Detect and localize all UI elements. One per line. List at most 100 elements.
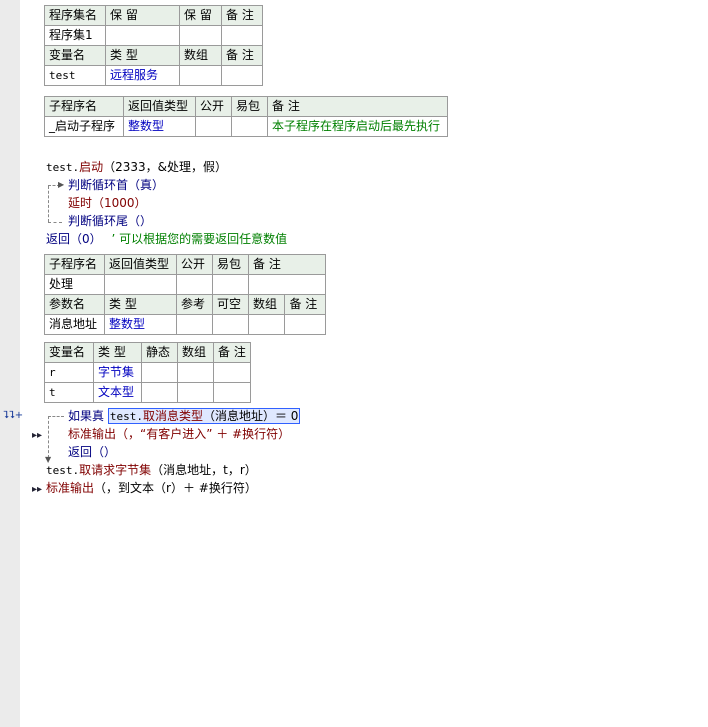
breakpoint-arrows-icon[interactable]: ⮧⮧+ [3, 411, 23, 421]
lv-remark-cell[interactable] [213, 362, 251, 383]
lv-type-cell[interactable]: 文本型 [93, 382, 142, 403]
local-vars-table: 变量名 类 型 静态 数组 备 注 r 字节集 t 文本型 [44, 342, 251, 403]
call-args: （2333，&处理，假） [103, 160, 228, 174]
code-line-return[interactable]: 返回（0） ’ 可以根据您的需要返回任意数值 [46, 231, 287, 247]
if-keyword: 如果真 [68, 409, 105, 423]
param-array-header: 数组 [247, 294, 286, 315]
sub2-name-cell[interactable]: 处理 [44, 274, 105, 295]
param-type-header: 类 型 [104, 294, 177, 315]
code-line-print1[interactable]: 标准输出（，“有客户进入” ＋ #换行符） [68, 426, 290, 442]
loop-guide-bottom [48, 222, 62, 223]
lv-array-cell[interactable] [177, 382, 214, 403]
subroutine-start-table: 子程序名 返回值类型 公开 易包 备 注 _启动子程序 整数型 本子程序在程序启… [44, 96, 448, 137]
return-statement: 返回（0） [46, 232, 102, 246]
param-name-cell[interactable]: 消息地址 [44, 314, 105, 335]
return-type-cell[interactable]: 整数型 [123, 116, 196, 137]
get-object-ref: test. [46, 464, 80, 477]
sub2-public-header: 公开 [176, 254, 213, 275]
sub-remark-cell[interactable]: 本子程序在程序启动后最先执行 [267, 116, 448, 137]
param-array-cell[interactable] [247, 314, 286, 335]
var-name-cell[interactable]: test [44, 65, 106, 86]
reserved-cell-1[interactable] [105, 25, 180, 46]
easypack-cell[interactable] [231, 116, 268, 137]
get-function: 取请求字节集 [79, 463, 152, 477]
sub2-remark-cell[interactable] [248, 274, 326, 295]
step-marker-icon: ▸▸ [32, 484, 43, 495]
lv-static-cell[interactable] [141, 362, 178, 383]
if-guide-line [48, 416, 49, 458]
code-line-loop-start[interactable]: 判断循环首（真） [68, 177, 164, 193]
loop-arrow-icon: ▶ [58, 180, 65, 189]
public-cell[interactable] [195, 116, 232, 137]
code-line-start-call[interactable]: test.启动（2333，&处理，假） [46, 159, 227, 176]
print2-args: （，到文本（r）＋ #换行符） [94, 481, 257, 495]
code-line-delay[interactable]: 延时（1000） [68, 195, 147, 211]
easypack-header: 易包 [231, 96, 268, 117]
return-comment: ’ 可以根据您的需要返回任意数值 [111, 232, 288, 246]
subroutine-handle-table: 子程序名 返回值类型 公开 易包 备 注 处理 参数名 类 型 参考 可空 数组… [44, 254, 326, 335]
lv-array-header: 数组 [177, 342, 214, 363]
lv-static-header: 静态 [141, 342, 178, 363]
sub-name-cell[interactable]: _启动子程序 [44, 116, 124, 137]
param-type-cell[interactable]: 整数型 [104, 314, 177, 335]
lv-name-header: 变量名 [44, 342, 94, 363]
code-line-if[interactable]: 如果真 test.取消息类型（消息地址）＝ 0 [68, 408, 301, 425]
sub2-return-type-cell[interactable] [104, 274, 177, 295]
sub2-name-header: 子程序名 [44, 254, 105, 275]
sub2-return-type-header: 返回值类型 [104, 254, 177, 275]
sub-remark-header: 备 注 [267, 96, 448, 117]
step-marker-icon: ▸▸ [32, 430, 43, 441]
var-name-header: 变量名 [44, 45, 106, 66]
var-array-header: 数组 [179, 45, 222, 66]
code-line-get-request[interactable]: test.取请求字节集（消息地址，t，r） [46, 462, 257, 479]
function-call: 启动 [79, 160, 104, 174]
var-remark-cell[interactable] [221, 65, 263, 86]
var-type-header: 类 型 [105, 45, 180, 66]
lv-remark-header: 备 注 [213, 342, 251, 363]
lv-remark-cell[interactable] [213, 382, 251, 403]
reserved-header-2: 保 留 [179, 5, 222, 26]
reserved-header-1: 保 留 [105, 5, 180, 26]
remark-cell[interactable] [221, 25, 263, 46]
lv-name-cell[interactable]: r [44, 362, 94, 383]
sub2-easypack-cell[interactable] [212, 274, 249, 295]
if-args: （消息地址）＝ 0 [202, 409, 299, 423]
sub2-remark-header: 备 注 [248, 254, 326, 275]
editor-gutter [0, 0, 20, 727]
var-type-cell[interactable]: 远程服务 [105, 65, 180, 86]
object-ref: test. [46, 161, 80, 174]
lv-array-cell[interactable] [177, 362, 214, 383]
loop-guide-line [48, 186, 49, 222]
param-remark-header: 备 注 [284, 294, 326, 315]
param-ref-cell[interactable] [176, 314, 213, 335]
get-args: （消息地址，t，r） [151, 463, 257, 477]
if-object-ref: test. [109, 410, 143, 423]
reserved-cell-2[interactable] [179, 25, 222, 46]
param-ref-header: 参考 [176, 294, 213, 315]
code-line-return-empty[interactable]: 返回（） [68, 444, 116, 460]
remark-header: 备 注 [221, 5, 263, 26]
public-header: 公开 [195, 96, 232, 117]
param-nullable-cell[interactable] [212, 314, 249, 335]
var-remark-header: 备 注 [221, 45, 263, 66]
param-nullable-header: 可空 [212, 294, 249, 315]
assembly-name-cell[interactable]: 程序集1 [44, 25, 106, 46]
sub2-easypack-header: 易包 [212, 254, 249, 275]
if-guide-top [48, 416, 64, 417]
if-function: 取消息类型 [142, 409, 203, 423]
lv-type-cell[interactable]: 字节集 [93, 362, 142, 383]
code-line-loop-end[interactable]: 判断循环尾（） [68, 213, 152, 229]
sub-name-header: 子程序名 [44, 96, 124, 117]
caret-highlight[interactable]: test.取消息类型（消息地址）＝ 0 [107, 408, 301, 424]
assembly-name-header: 程序集名 [44, 5, 106, 26]
assembly-table: 程序集名 保 留 保 留 备 注 程序集1 变量名 类 型 数组 备 注 tes… [44, 5, 263, 86]
lv-static-cell[interactable] [141, 382, 178, 403]
param-name-header: 参数名 [44, 294, 105, 315]
return-type-header: 返回值类型 [123, 96, 196, 117]
lv-name-cell[interactable]: t [44, 382, 94, 403]
sub2-public-cell[interactable] [176, 274, 213, 295]
var-array-cell[interactable] [179, 65, 222, 86]
code-line-print2[interactable]: 标准输出（，到文本（r）＋ #换行符） [46, 480, 257, 496]
lv-type-header: 类 型 [93, 342, 142, 363]
param-remark-cell[interactable] [284, 314, 326, 335]
